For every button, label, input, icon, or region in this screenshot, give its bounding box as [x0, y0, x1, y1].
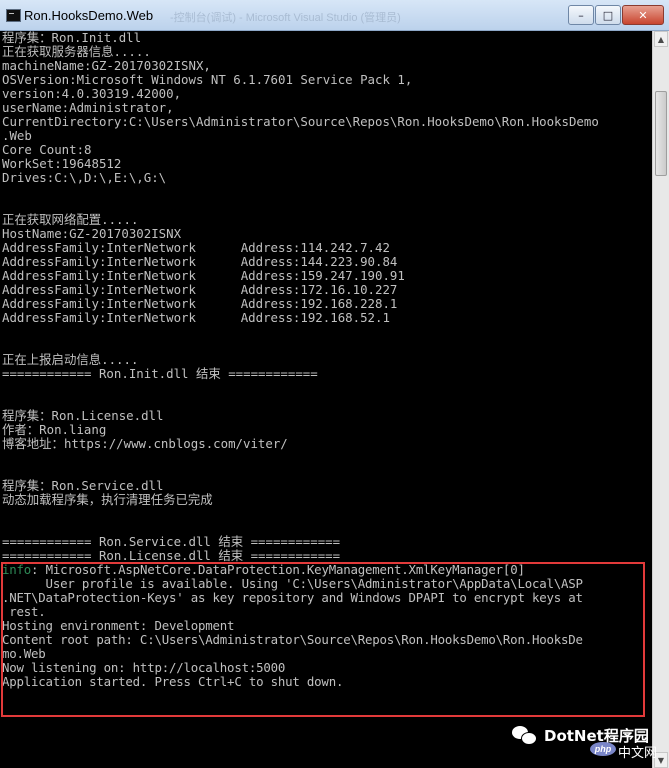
console-line: AddressFamily:InterNetwork Address:114.2… — [2, 240, 390, 255]
console-line: 动态加载程序集，执行清理任务已完成 — [2, 492, 213, 507]
console-line: 正在获取服务器信息..... — [2, 44, 151, 59]
wechat-icon — [512, 724, 538, 746]
console-line: 程序集：Ron.Service.dll — [2, 478, 164, 493]
console-line: ============ Ron.Service.dll 结束 ========… — [2, 534, 341, 549]
console-line: AddressFamily:InterNetwork Address:192.1… — [2, 296, 398, 311]
background-window-title: -控制台(调试) - Microsoft Visual Studio (管理员) — [170, 12, 401, 24]
window-title: Ron.HooksDemo.Web — [24, 8, 154, 23]
php-badge-suffix: 中文网 — [618, 746, 658, 761]
console-line: Core Count:8 — [2, 142, 92, 157]
console-line: AddressFamily:InterNetwork Address:172.1… — [2, 282, 398, 297]
console-line: 程序集：Ron.License.dll — [2, 408, 164, 423]
console-window: Ron.HooksDemo.Web -控制台(调试) - Microsoft V… — [0, 0, 669, 768]
console-line: 作者：Ron.liang — [2, 422, 107, 437]
scrollbar-thumb[interactable] — [655, 91, 667, 176]
console-line: WorkSet:19648512 — [2, 156, 122, 171]
console-line: ============ Ron.License.dll 结束 ========… — [2, 548, 341, 563]
window-controls: – □ ✕ — [568, 5, 664, 25]
arrow-up-icon[interactable]: ▲ — [654, 31, 668, 47]
console-line: 博客地址：https://www.cnblogs.com/viter/ — [2, 436, 288, 451]
console-line: Drives:C:\,D:\,E:\,G:\ — [2, 170, 167, 185]
console-line: AddressFamily:InterNetwork Address:192.1… — [2, 310, 390, 325]
php-badge: php — [590, 742, 616, 756]
close-button[interactable]: ✕ — [622, 5, 664, 25]
vertical-scrollbar[interactable]: ▲ ▼ — [652, 31, 669, 768]
console-line: AddressFamily:InterNetwork Address:159.2… — [2, 268, 405, 283]
console-line: AddressFamily:InterNetwork Address:144.2… — [2, 254, 398, 269]
console-line: OSVersion:Microsoft Windows NT 6.1.7601 … — [2, 72, 413, 87]
console-line: version:4.0.30319.42000, — [2, 86, 182, 101]
console-line: 正在上报启动信息..... — [2, 352, 139, 367]
console-line: ============ Ron.Init.dll 结束 ===========… — [2, 366, 318, 381]
console-line: 正在获取网络配置..... — [2, 212, 139, 227]
console-line: 程序集：Ron.Init.dll — [2, 31, 142, 45]
console-line: HostName:GZ-20170302ISNX — [2, 226, 182, 241]
console-line: machineName:GZ-20170302ISNX, — [2, 58, 211, 73]
console-icon — [6, 9, 21, 22]
console-line: CurrentDirectory:C:\Users\Administrator\… — [2, 114, 599, 129]
console-line: .Web — [2, 128, 32, 143]
title-bar[interactable]: Ron.HooksDemo.Web -控制台(调试) - Microsoft V… — [0, 0, 669, 31]
console-line: userName:Administrator, — [2, 100, 174, 115]
minimize-button[interactable]: – — [568, 5, 594, 25]
maximize-button[interactable]: □ — [595, 5, 621, 25]
highlight-box — [1, 562, 645, 717]
